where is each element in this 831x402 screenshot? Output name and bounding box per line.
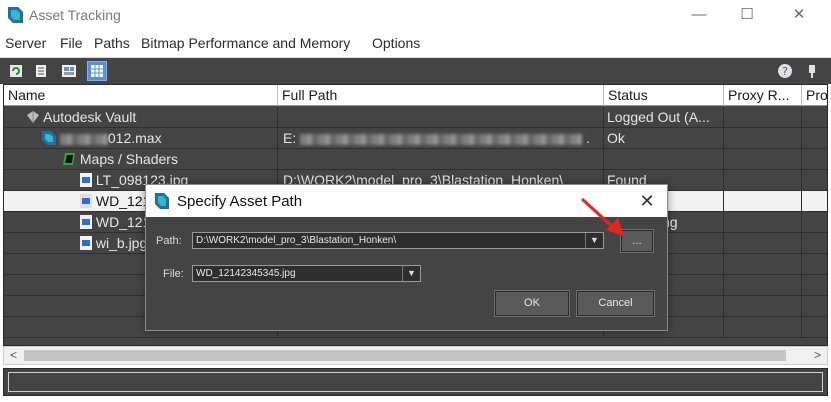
menu-server[interactable]: Server [5, 35, 46, 51]
toolbar: ? [0, 57, 831, 84]
vault-icon [27, 111, 39, 123]
menu-bar: Server File Paths Bitmap Performance and… [0, 32, 831, 54]
status-bar [3, 368, 828, 396]
column-header-proxy-status[interactable]: Pro [802, 85, 827, 106]
column-header-name[interactable]: Name [4, 85, 278, 106]
max-file-icon [42, 131, 56, 145]
table-view-icon[interactable] [87, 61, 107, 81]
image-file-icon [80, 215, 92, 229]
list-icon[interactable] [32, 62, 50, 80]
refresh-icon[interactable] [7, 62, 25, 80]
cancel-button[interactable]: Cancel [576, 290, 655, 317]
maximize-button[interactable]: ☐ [727, 4, 767, 26]
title-bar: Asset Tracking — ☐ ✕ [0, 0, 831, 31]
3dsmax-app-icon [8, 7, 23, 23]
column-header-status[interactable]: Status [604, 85, 724, 106]
status-field [8, 372, 823, 392]
file-label: File: [163, 268, 184, 280]
row-path: E: [283, 130, 297, 146]
row-path [278, 107, 604, 128]
red-annotation-arrow-icon [580, 197, 624, 236]
menu-bitmap-performance[interactable]: Bitmap Performance and Memory [141, 35, 350, 51]
image-file-icon [80, 236, 92, 250]
column-header-full-path[interactable]: Full Path [278, 85, 604, 106]
window-title: Asset Tracking [29, 7, 121, 23]
scroll-right-icon[interactable]: > [809, 347, 826, 364]
row-name: 012.max [107, 130, 162, 146]
row-status: Logged Out (A... [604, 107, 724, 128]
dialog-close-button[interactable]: ✕ [634, 189, 660, 213]
grid-header: Name Full Path Status Proxy R... Pro [4, 85, 827, 106]
menu-file[interactable]: File [60, 35, 83, 51]
dialog-title: Specify Asset Path [177, 193, 303, 210]
chevron-down-icon[interactable]: ▼ [402, 266, 420, 281]
table-row[interactable]: Autodesk Vault Logged Out (A... [4, 107, 827, 128]
menu-options[interactable]: Options [372, 35, 420, 51]
row-path-tail: . [586, 130, 590, 146]
row-name: Autodesk Vault [43, 109, 137, 125]
table-row[interactable]: 012.max E: . Ok [4, 128, 827, 149]
maps-shaders-icon [63, 153, 75, 165]
bottom-edge [0, 396, 831, 402]
path-value: D:\WORK2\model_pro_3\Blastation_Honken\ [196, 235, 397, 246]
image-file-icon [80, 194, 92, 208]
row-name: WD_121 [95, 214, 151, 230]
horizontal-scrollbar[interactable]: < > [3, 346, 828, 365]
svg-text:?: ? [782, 65, 788, 78]
row-name: Maps / Shaders [79, 151, 178, 167]
column-header-proxy-resolution[interactable]: Proxy R... [724, 85, 802, 106]
row-name: WD_121 [95, 193, 151, 209]
path-combobox[interactable]: D:\WORK2\model_pro_3\Blastation_Honken\ … [192, 232, 604, 249]
redacted-name [59, 133, 108, 145]
scrollbar-thumb[interactable] [24, 350, 786, 361]
scroll-left-icon[interactable]: < [5, 347, 22, 364]
close-button[interactable]: ✕ [779, 4, 819, 26]
file-combobox[interactable]: WD_12142345345.jpg ▼ [192, 265, 421, 282]
row-status: Ok [604, 128, 724, 149]
minimize-button[interactable]: — [679, 4, 719, 26]
image-file-icon [80, 173, 92, 187]
3dsmax-app-icon [155, 193, 169, 209]
ok-button[interactable]: OK [494, 290, 570, 317]
table-row[interactable]: Maps / Shaders [4, 149, 827, 170]
menu-paths[interactable]: Paths [94, 35, 130, 51]
file-value: WD_12142345345.jpg [196, 268, 296, 279]
row-name: wi_b.jpg [95, 235, 148, 251]
help-icon[interactable]: ? [776, 62, 794, 80]
thumbnail-icon[interactable] [60, 62, 78, 80]
path-label: Path: [156, 235, 182, 247]
redacted-path [300, 133, 583, 145]
pin-icon[interactable] [803, 62, 821, 80]
